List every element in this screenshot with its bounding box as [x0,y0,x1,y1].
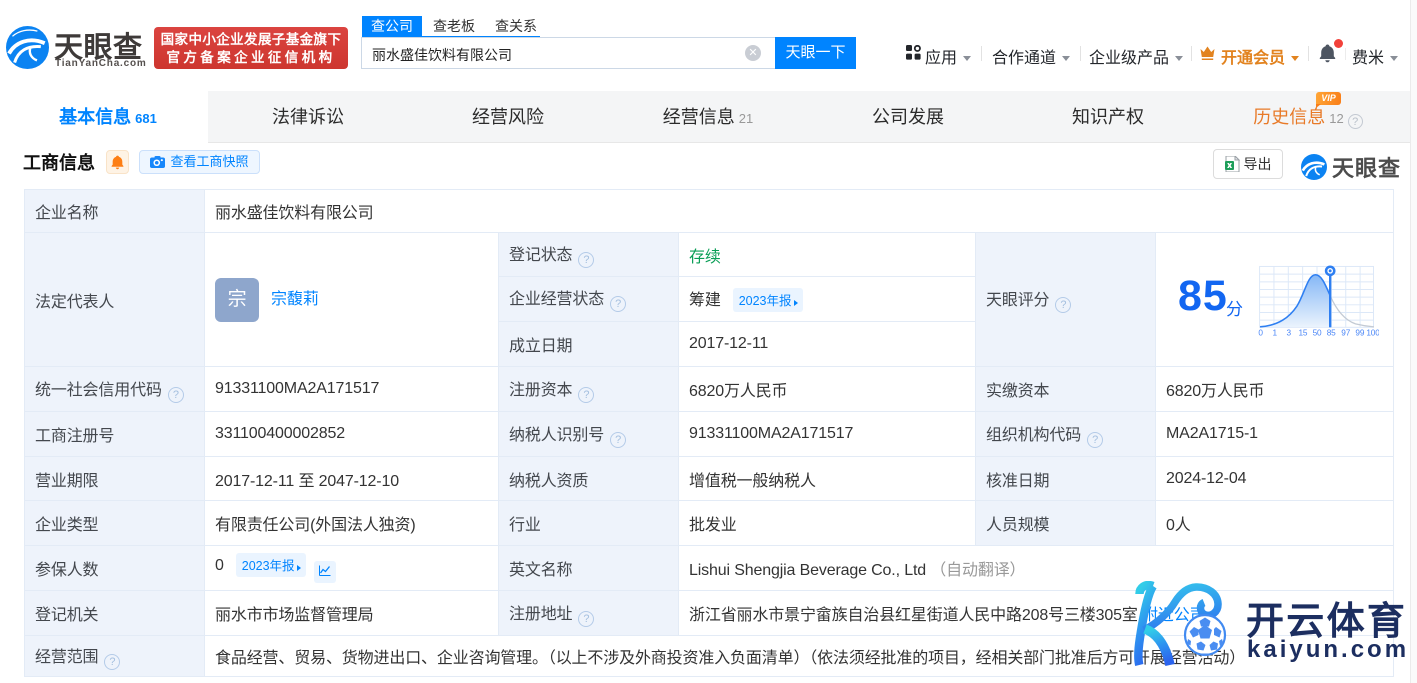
svg-text:1: 1 [1272,329,1277,338]
svg-text:99: 99 [1355,329,1364,338]
svg-text:15: 15 [1298,329,1307,338]
svg-text:97: 97 [1341,329,1350,338]
svg-text:85: 85 [1327,329,1336,338]
svg-text:50: 50 [1313,329,1322,338]
svg-text:3: 3 [1287,329,1292,338]
svg-text:0: 0 [1258,329,1263,338]
svg-text:100: 100 [1366,329,1379,338]
